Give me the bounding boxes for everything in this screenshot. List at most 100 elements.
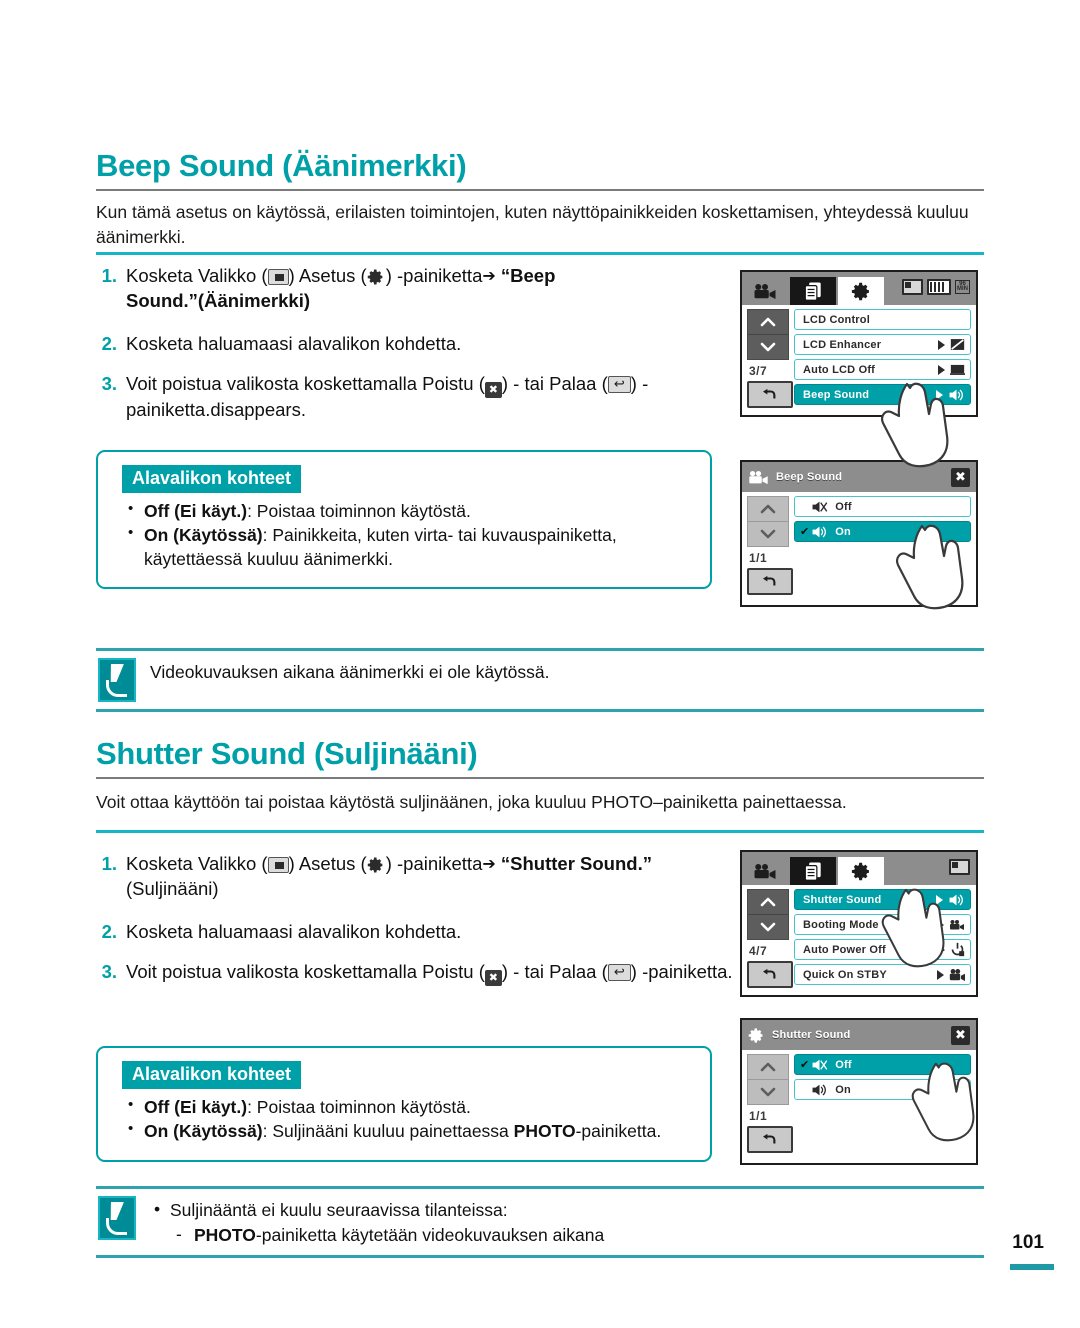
scroll-down-button[interactable] <box>748 1080 788 1104</box>
step-text: Voit poistua valikosta koskettamalla Poi… <box>126 960 733 987</box>
scroll-down-button[interactable] <box>748 335 788 359</box>
steps-list-shutter: 1. Kosketa Valikko () Asetus () -painiket… <box>96 852 736 1000</box>
option-row[interactable]: ✔On <box>794 1079 971 1100</box>
dialog-title: Beep Sound <box>776 471 843 483</box>
return-button[interactable] <box>747 1126 793 1153</box>
note-box-shutter: Suljinääntä ei kuulu seuraavissa tilante… <box>96 1186 984 1258</box>
gear-icon <box>851 282 869 300</box>
section-heading-shutter-sound: Shutter Sound (Suljinääni) <box>96 737 984 779</box>
return-button[interactable] <box>747 961 793 988</box>
lcd-screenshot-beep-dialog: Beep Sound ✖ 1/1 ✔Off ✔ On <box>740 460 978 607</box>
speaker-mute-icon <box>812 1059 828 1070</box>
scroll-buttons[interactable] <box>747 309 789 360</box>
page-title-beep-sound: Beep Sound (Äänimerkki) <box>96 148 467 183</box>
submenu-item: On (Käytössä): Painikkeita, kuten virta-… <box>122 523 694 571</box>
scroll-buttons[interactable] <box>747 1054 789 1105</box>
scroll-up-button[interactable] <box>748 497 788 522</box>
submenu-box-shutter: Alavalikon kohteet Off (Ei käyt.): Poista… <box>96 1046 712 1162</box>
speaker-icon <box>949 894 963 905</box>
step-item: 2. Kosketa haluamaasi alavalikon kohdetta… <box>96 920 736 945</box>
close-icon[interactable]: ✖ <box>951 467 970 487</box>
tab-camcorder[interactable] <box>742 857 788 885</box>
exit-icon: ✖ <box>484 970 502 987</box>
step-item: 3. Voit poistua valikosta koskettamalla P… <box>96 372 736 423</box>
lcd-screenshot-shutter-menu: 4/7 Shutter Sound Booting Mode Auto Power O… <box>740 850 978 997</box>
lcd-screenshot-beep-menu: 96 MIN 3/7 LCD Control LCD Enhancer Auto LCD … <box>740 270 978 417</box>
speaker-icon <box>812 1084 827 1095</box>
step-item: 1. Kosketa Valikko () Asetus () -painiket… <box>96 264 736 314</box>
menu-row-label: LCD Control <box>803 313 870 326</box>
note-line: Suljinääntä ei kuulu seuraavissa tilante… <box>150 1197 604 1223</box>
page-number-bar <box>1010 1264 1054 1270</box>
menu-row[interactable]: Quick On STBY <box>794 964 971 985</box>
scroll-down-button[interactable] <box>748 522 788 546</box>
gear-icon <box>367 268 386 286</box>
record-time-remaining: 96 MIN <box>955 280 970 294</box>
note-bottom-rule <box>96 709 984 712</box>
menu-row[interactable]: Beep Sound <box>794 384 971 405</box>
note-pen-icon <box>98 658 136 702</box>
lcd-tab-bar <box>742 852 976 885</box>
return-icon <box>607 963 631 982</box>
option-row[interactable]: ✔Off <box>794 1054 971 1075</box>
scroll-up-button[interactable] <box>748 1055 788 1080</box>
step-item: 2. Kosketa haluamaasi alavalikon kohdetta… <box>96 332 736 357</box>
step-item: 3. Voit poistua valikosta koskettamalla P… <box>96 960 736 987</box>
tab-camcorder[interactable] <box>742 277 788 305</box>
chevron-right-icon <box>938 339 945 350</box>
section-heading-beep-sound: Beep Sound (Äänimerkki) <box>96 148 984 191</box>
submenu-item: Off (Ei käyt.): Poistaa toiminnon käytös… <box>122 499 694 523</box>
menu-row-label: Booting Mode <box>803 918 879 931</box>
menu-row-value <box>936 893 965 907</box>
heading-rule-2 <box>96 776 984 779</box>
page-number: 101 <box>1012 1232 1044 1253</box>
lcd-option-list: ✔ Off ✔On <box>794 1050 976 1160</box>
scroll-up-button[interactable] <box>748 310 788 335</box>
speaker-icon <box>949 389 963 400</box>
gear-icon <box>851 862 869 880</box>
gear-icon <box>367 269 383 285</box>
divider-top-beep <box>96 252 984 255</box>
note-box-beep: Videokuvauksen aikana äänimerkki ei ole … <box>96 648 984 712</box>
menu-row-value <box>936 388 965 402</box>
scroll-buttons[interactable] <box>747 496 789 547</box>
menu-row[interactable]: Booting Mode <box>794 914 971 935</box>
tab-playback[interactable] <box>790 857 836 885</box>
menu-row[interactable]: Shutter Sound <box>794 889 971 910</box>
option-row[interactable]: ✔On <box>794 521 971 542</box>
lcd-menu-list: LCD Control LCD Enhancer Auto LCD Off Beep … <box>794 305 976 415</box>
option-row[interactable]: ✔Off <box>794 496 971 517</box>
dialog-title: Shutter Sound <box>772 1029 851 1041</box>
tab-settings[interactable] <box>838 277 884 305</box>
status-icons <box>949 859 970 875</box>
return-button[interactable] <box>747 381 793 408</box>
chevron-right-icon <box>936 894 943 905</box>
status-icons: 96 MIN <box>902 279 970 295</box>
scroll-down-button[interactable] <box>748 915 788 939</box>
menu-row[interactable]: Auto LCD Off <box>794 359 971 380</box>
step-number: 1. <box>101 265 117 286</box>
right-arrow-icon: ➔ <box>482 268 496 285</box>
section-description-shutter-sound: Voit ottaa käyttöön tai poistaa käytöstä… <box>96 792 847 812</box>
return-button[interactable] <box>747 568 793 595</box>
menu-row[interactable]: LCD Control <box>794 309 971 330</box>
tab-settings[interactable] <box>838 857 884 885</box>
scroll-up-button[interactable] <box>748 890 788 915</box>
step-text: Kosketa haluamaasi alavalikon kohdetta. <box>126 920 462 942</box>
tab-playback[interactable] <box>790 277 836 305</box>
section-description-beep-sound: Kun tämä asetus on käytössä, erilaisten … <box>96 202 969 248</box>
battery-icon <box>927 279 951 295</box>
camcorder-icon <box>754 863 776 879</box>
menu-row-label: Shutter Sound <box>803 893 882 906</box>
menu-row[interactable]: Auto Power Off <box>794 939 971 960</box>
step-text: Voit poistua valikosta koskettamalla Poi… <box>126 372 736 423</box>
enhancer-icon <box>950 339 965 350</box>
gear-icon <box>367 857 383 873</box>
close-icon[interactable]: ✖ <box>951 1025 970 1045</box>
card-icon <box>949 859 970 875</box>
menu-row[interactable]: LCD Enhancer <box>794 334 971 355</box>
step-text: Kosketa Valikko () Asetus () -painiketta… <box>126 853 652 899</box>
menu-row-value <box>937 919 965 931</box>
menu-row-value <box>938 338 965 351</box>
scroll-buttons[interactable] <box>747 889 789 940</box>
